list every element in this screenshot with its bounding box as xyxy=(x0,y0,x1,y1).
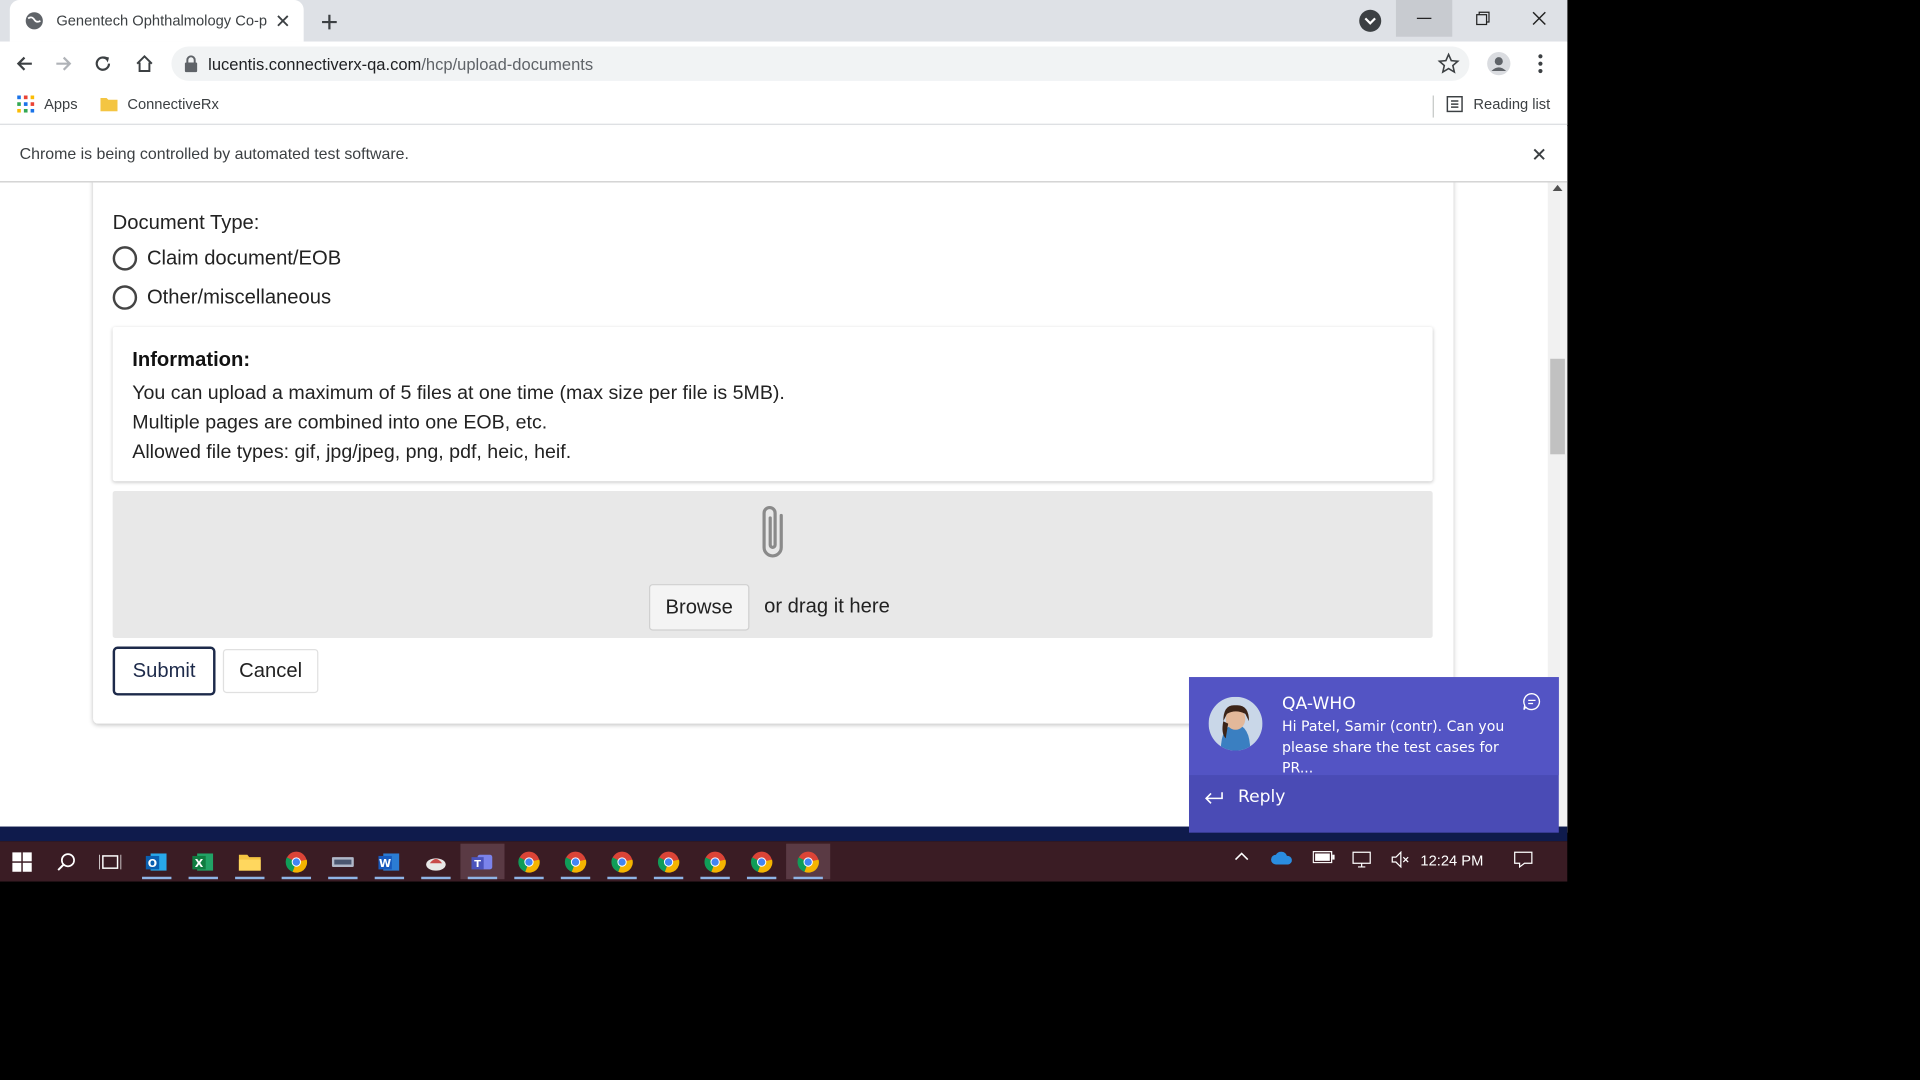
bookmark-apps[interactable]: Apps xyxy=(17,95,78,113)
bookmark-connectiverx[interactable]: ConnectiveRx xyxy=(100,95,219,113)
chat-icon xyxy=(1522,692,1542,718)
new-tab-icon[interactable] xyxy=(316,9,343,36)
upload-form-card: Document Type: Claim document/EOB Other/… xyxy=(93,182,1454,724)
reply-arrow-icon xyxy=(1205,792,1223,804)
reload-icon[interactable] xyxy=(88,49,117,78)
onedrive-cloud-icon[interactable] xyxy=(1271,851,1293,866)
radio-circle[interactable] xyxy=(112,285,138,310)
globe-icon xyxy=(25,12,43,30)
excel-icon[interactable]: X xyxy=(181,844,225,880)
scroll-thumb[interactable] xyxy=(1550,358,1565,455)
tab-search-icon[interactable] xyxy=(1359,9,1382,32)
teams-icon[interactable]: T xyxy=(460,843,505,880)
taskbar-clock[interactable]: 12:24 PM xyxy=(1420,852,1483,869)
browse-button[interactable]: Browse xyxy=(648,584,750,631)
address-bar[interactable]: lucentis.connectiverx-qa.com/hcp/upload-… xyxy=(171,46,1470,81)
reply-button[interactable]: Reply xyxy=(1204,787,1286,807)
browser-toolbar: lucentis.connectiverx-qa.com/hcp/upload-… xyxy=(0,41,1568,86)
profile-icon[interactable] xyxy=(1484,49,1513,78)
chrome-icon[interactable] xyxy=(553,844,597,880)
chrome-icon[interactable] xyxy=(693,844,737,880)
information-line: Allowed file types: gif, jpg/jpeg, png, … xyxy=(132,442,572,463)
bookmarks-divider xyxy=(1432,95,1434,118)
folder-icon xyxy=(100,97,118,112)
word-icon[interactable]: W xyxy=(367,844,411,880)
reading-list-label: Reading list xyxy=(1473,95,1551,113)
screen: Genentech Ophthalmology Co-p lucentis.co… xyxy=(0,0,1568,882)
app-icon[interactable] xyxy=(321,844,365,880)
back-icon[interactable] xyxy=(10,49,39,78)
chevron-up-icon[interactable] xyxy=(1234,851,1249,861)
chrome-icon[interactable] xyxy=(274,844,318,880)
chat-notification[interactable]: QA-WHO Hi Patel, Samir (contr). Can you … xyxy=(1188,677,1559,833)
scroll-up-arrow-icon[interactable] xyxy=(1552,184,1563,192)
close-window-icon[interactable] xyxy=(1511,0,1567,37)
menu-kebab-icon[interactable] xyxy=(1526,49,1555,78)
forward-icon[interactable] xyxy=(49,49,78,78)
url-text: lucentis.connectiverx-qa.com/hcp/upload-… xyxy=(208,54,594,73)
notification-sender: QA-WHO xyxy=(1282,694,1356,714)
notification-body[interactable]: QA-WHO Hi Patel, Samir (contr). Can you … xyxy=(1188,677,1559,777)
avatar xyxy=(1208,696,1263,751)
restore-icon[interactable] xyxy=(1455,0,1511,37)
reading-list-icon xyxy=(1446,96,1464,113)
outlook-icon[interactable]: O xyxy=(135,844,179,880)
bookmarks-bar: Apps ConnectiveRx Reading list xyxy=(0,85,1568,125)
document-type-label: Document Type: xyxy=(112,211,260,234)
svg-text:W: W xyxy=(379,856,391,869)
paperclip-icon xyxy=(762,506,783,558)
reading-list-button[interactable]: Reading list xyxy=(1446,96,1550,113)
svg-text:O: O xyxy=(148,856,157,869)
windows-taskbar: O X W T 12:24 PM xyxy=(0,841,1568,882)
search-icon[interactable] xyxy=(44,844,88,880)
battery-icon[interactable] xyxy=(1312,851,1335,864)
file-explorer-icon[interactable] xyxy=(228,844,272,880)
information-title: Information: xyxy=(132,348,251,372)
minimize-icon[interactable] xyxy=(1395,0,1453,37)
notification-message: Hi Patel, Samir (contr). Can you please … xyxy=(1282,717,1505,777)
radio-claim-document[interactable]: Claim document/EOB xyxy=(112,246,342,271)
network-icon[interactable] xyxy=(1352,851,1372,868)
file-dropzone[interactable]: Browse or drag it here xyxy=(112,491,1433,638)
task-view-icon[interactable] xyxy=(88,844,132,880)
start-windows-icon[interactable] xyxy=(0,844,44,880)
tab-title: Genentech Ophthalmology Co-p xyxy=(56,12,267,30)
chrome-icon[interactable] xyxy=(786,843,831,880)
radio-circle[interactable] xyxy=(112,246,138,271)
tab-close-icon[interactable] xyxy=(272,10,294,32)
tab-strip: Genentech Ophthalmology Co-p xyxy=(0,0,1568,42)
chrome-icon[interactable] xyxy=(740,844,784,880)
bookmark-star-icon[interactable] xyxy=(1437,52,1460,81)
bookmark-apps-label: Apps xyxy=(44,95,78,113)
chrome-icon[interactable] xyxy=(600,844,644,880)
radio-claim-label: Claim document/EOB xyxy=(146,246,342,269)
reply-label: Reply xyxy=(1237,787,1286,807)
infobar-close-icon[interactable] xyxy=(1533,144,1545,166)
infobar-text: Chrome is being controlled by automated … xyxy=(19,144,409,163)
home-icon[interactable] xyxy=(130,49,159,78)
radio-other-label: Other/miscellaneous xyxy=(146,285,332,308)
svg-text:X: X xyxy=(195,856,204,869)
automation-infobar: Chrome is being controlled by automated … xyxy=(0,126,1568,183)
chrome-icon[interactable] xyxy=(647,844,691,880)
chrome-icon[interactable] xyxy=(507,844,551,880)
app-icon[interactable] xyxy=(414,844,458,880)
radio-other-misc[interactable]: Other/miscellaneous xyxy=(112,285,332,310)
svg-text:T: T xyxy=(474,858,481,869)
bookmark-connectiverx-label: ConnectiveRx xyxy=(127,95,219,113)
submit-button[interactable]: Submit xyxy=(112,646,216,696)
cancel-button[interactable]: Cancel xyxy=(222,648,319,694)
browser-tab[interactable]: Genentech Ophthalmology Co-p xyxy=(9,0,304,42)
apps-grid-icon xyxy=(17,95,35,113)
information-box: Information: You can upload a maximum of… xyxy=(112,326,1433,482)
drag-hint-text: or drag it here xyxy=(764,595,890,618)
information-line: Multiple pages are combined into one EOB… xyxy=(132,412,548,434)
information-line: You can upload a maximum of 5 files at o… xyxy=(132,383,785,405)
volume-muted-icon[interactable] xyxy=(1391,851,1411,869)
lock-icon xyxy=(184,55,198,73)
action-center-icon[interactable] xyxy=(1513,851,1533,869)
